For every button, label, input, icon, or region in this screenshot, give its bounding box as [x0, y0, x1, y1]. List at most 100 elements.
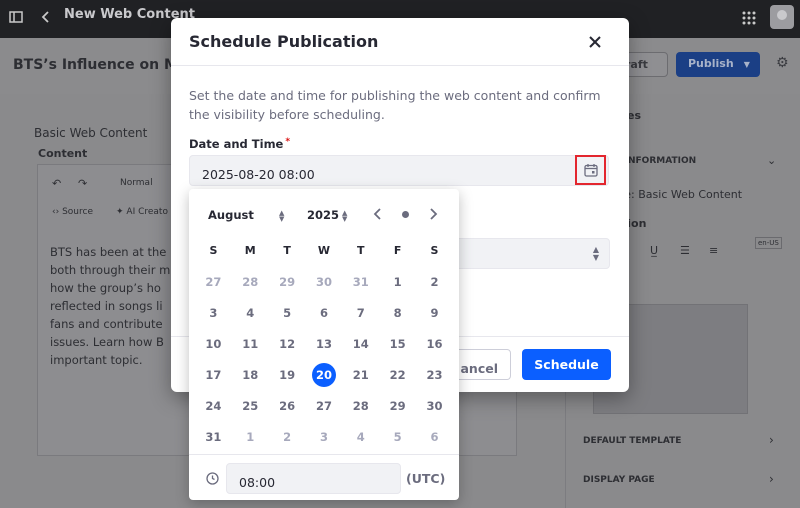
caret-down-icon: ▼ — [743, 60, 750, 69]
body-line: important topic. — [50, 353, 143, 367]
calendar-day[interactable]: 16 — [416, 332, 453, 356]
display-page-section[interactable]: DISPLAY PAGE — [583, 475, 655, 485]
calendar-day[interactable]: 28 — [232, 270, 269, 294]
calendar-day[interactable]: 3 — [306, 425, 343, 449]
calendar-day[interactable]: 19 — [269, 363, 306, 387]
year-caret-icon[interactable]: ▲ ▼ — [342, 210, 347, 223]
sparkle-icon: ✦ — [116, 207, 124, 217]
article-title-input[interactable]: BTS’s Influence on M — [13, 57, 178, 73]
chevron-left-icon[interactable] — [368, 203, 388, 225]
calendar-day[interactable]: 1 — [232, 425, 269, 449]
structure-label: re: Basic Web Content — [620, 188, 743, 201]
calendar-day[interactable]: 5 — [379, 425, 416, 449]
calendar-day[interactable]: 6 — [306, 301, 343, 325]
calendar-day[interactable]: 31 — [195, 425, 232, 449]
visibility-select[interactable]: ▲ ▼ — [454, 238, 610, 269]
ai-creator-button[interactable]: ✦ AI Creato — [116, 207, 168, 217]
calendar-day-number: 31 — [205, 429, 222, 444]
calendar-week-row: 31 1 2 3 4 5 6 — [195, 421, 453, 452]
calendar-day[interactable]: 15 — [379, 332, 416, 356]
calendar-day[interactable]: 8 — [379, 301, 416, 325]
weekday-label: W — [317, 243, 331, 257]
calendar-day[interactable]: 21 — [342, 363, 379, 387]
calendar-day[interactable]: 18 — [232, 363, 269, 387]
time-input[interactable] — [226, 463, 401, 494]
calendar-day-number: 1 — [393, 274, 402, 289]
calendar-day[interactable]: 28 — [342, 394, 379, 418]
section-basic-information[interactable]: NFORMATION — [628, 156, 696, 166]
calendar-day[interactable]: 27 — [306, 394, 343, 418]
calendar-day[interactable]: 4 — [342, 425, 379, 449]
today-dot-icon[interactable] — [402, 211, 409, 218]
calendar-day-number: 5 — [283, 305, 292, 320]
calendar-day-number: 16 — [426, 336, 443, 351]
calendar-day[interactable]: 12 — [269, 332, 306, 356]
back-icon[interactable] — [40, 9, 52, 29]
calendar-day[interactable]: 29 — [269, 270, 306, 294]
calendar-day-number: 25 — [242, 398, 259, 413]
calendar-day[interactable]: 10 — [195, 332, 232, 356]
chevron-right-icon[interactable]: › — [769, 433, 774, 447]
calendar-day-number: 15 — [389, 336, 406, 351]
required-mark: * — [285, 137, 291, 147]
publish-button[interactable]: Publish ▼ — [676, 52, 760, 77]
locale-badge[interactable]: en-US — [755, 237, 782, 249]
calendar-day[interactable]: 4 — [232, 301, 269, 325]
source-button[interactable]: ‹› Source — [52, 207, 93, 217]
calendar-day[interactable]: 30 — [306, 270, 343, 294]
sidebar-toggle-icon[interactable] — [9, 10, 23, 28]
chevron-down-icon[interactable]: ⌄ — [767, 154, 776, 167]
calendar-day[interactable]: 27 — [195, 270, 232, 294]
calendar-day[interactable]: 6 — [416, 425, 453, 449]
calendar-day[interactable]: 26 — [269, 394, 306, 418]
list-icon[interactable]: ☰ — [680, 244, 690, 257]
calendar-day[interactable]: 13 — [306, 332, 343, 356]
chevron-right-icon[interactable] — [423, 203, 443, 225]
date-time-input[interactable] — [189, 155, 609, 186]
avatar[interactable] — [770, 5, 794, 29]
calendar-day-selected[interactable]: 20 — [306, 362, 343, 387]
code-icon: ‹› — [52, 207, 60, 217]
undo-icon[interactable]: ↶ — [52, 177, 61, 190]
calendar-day-number: 27 — [315, 398, 332, 413]
timezone-label: (UTC) — [406, 471, 446, 486]
redo-icon[interactable]: ↷ — [78, 177, 87, 190]
calendar-day[interactable]: 23 — [416, 363, 453, 387]
calendar-day[interactable]: 31 — [342, 270, 379, 294]
underline-icon[interactable]: U̲ — [650, 244, 658, 257]
year-select[interactable]: 2025 — [307, 208, 339, 222]
calendar-day[interactable]: 30 — [416, 394, 453, 418]
calendar-day[interactable]: 25 — [232, 394, 269, 418]
calendar-icon — [584, 164, 598, 177]
chevron-right-icon[interactable]: › — [769, 472, 774, 486]
editor-body-text: BTS has been at the both through their m… — [50, 243, 170, 369]
apps-grid-icon[interactable] — [742, 11, 756, 29]
calendar-day[interactable]: 3 — [195, 301, 232, 325]
calendar-day[interactable]: 11 — [232, 332, 269, 356]
close-icon[interactable] — [583, 30, 607, 54]
modal-header: Schedule Publication — [171, 18, 629, 66]
month-caret-icon[interactable]: ▲ ▼ — [279, 210, 284, 223]
format-select[interactable]: Normal — [120, 178, 153, 188]
calendar-day[interactable]: 9 — [416, 301, 453, 325]
calendar-day[interactable]: 2 — [269, 425, 306, 449]
calendar-week-row: 24 25 26 27 28 29 30 — [195, 390, 453, 421]
calendar-day-number: 8 — [393, 305, 402, 320]
calendar-day[interactable]: 14 — [342, 332, 379, 356]
calendar-day[interactable]: 22 — [379, 363, 416, 387]
list-numbered-icon[interactable]: ≡ — [709, 244, 718, 257]
calendar-day[interactable]: 24 — [195, 394, 232, 418]
calendar-day-number: 21 — [352, 367, 369, 382]
calendar-week-row: 10 11 12 13 14 15 16 — [195, 328, 453, 359]
default-template-section[interactable]: DEFAULT TEMPLATE — [583, 436, 681, 446]
calendar-day[interactable]: 5 — [269, 301, 306, 325]
calendar-day[interactable]: 7 — [342, 301, 379, 325]
month-select[interactable]: August — [208, 208, 254, 222]
calendar-button[interactable] — [575, 155, 606, 185]
calendar-day[interactable]: 1 — [379, 270, 416, 294]
calendar-day[interactable]: 29 — [379, 394, 416, 418]
calendar-day[interactable]: 2 — [416, 270, 453, 294]
schedule-button[interactable]: Schedule — [522, 349, 611, 380]
gear-icon[interactable]: ⚙ — [776, 55, 789, 71]
calendar-day[interactable]: 17 — [195, 363, 232, 387]
